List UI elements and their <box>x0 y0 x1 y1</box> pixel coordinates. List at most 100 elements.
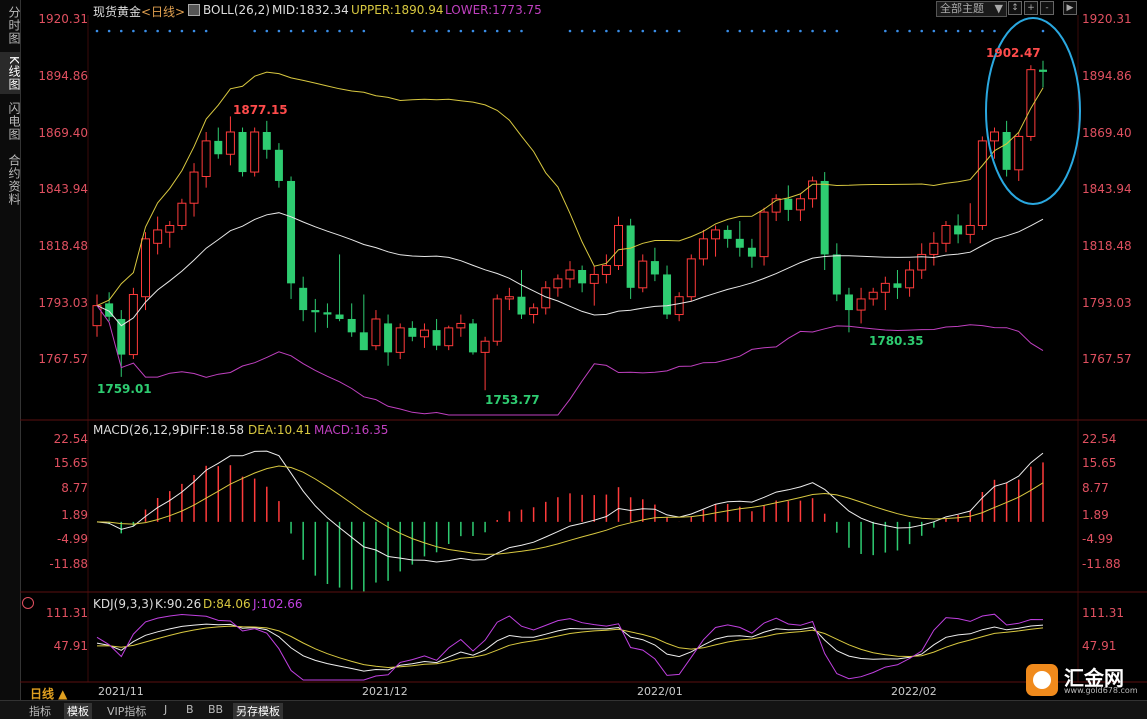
candle-body <box>784 198 793 210</box>
macd-value: MACD:16.35 <box>314 423 389 437</box>
signal-dot <box>95 29 99 33</box>
signal-dot <box>119 29 123 33</box>
macd-dea: DEA:10.41 <box>248 423 312 437</box>
signal-dot <box>144 29 147 33</box>
candle-body <box>1039 69 1047 72</box>
candle-body <box>795 198 805 211</box>
kdj-k: K:90.26 <box>155 597 202 611</box>
candle-body <box>444 327 454 347</box>
signal-dot <box>580 29 584 33</box>
candle-body <box>1002 131 1011 170</box>
date-label: 2021/11 <box>98 685 144 698</box>
candle-body <box>480 340 490 353</box>
candle-body <box>723 229 732 239</box>
candle-body <box>601 265 611 275</box>
signal-dot <box>787 29 790 33</box>
signal-dot <box>289 29 293 33</box>
signal-dot <box>993 29 996 33</box>
candle-body <box>747 247 756 257</box>
bottom-toolbar: 指标 模板 VIP指标 J B BB 另存模板 <box>0 700 1147 719</box>
signal-dot <box>823 29 826 33</box>
logo-url: www.gold678.com <box>1064 686 1138 695</box>
candle-body <box>335 314 344 319</box>
candle-body <box>287 180 296 284</box>
annotation-low-2: 1753.77 <box>485 393 540 407</box>
tab-save-template[interactable]: 另存模板 <box>233 703 283 719</box>
price-chart[interactable] <box>0 0 1147 700</box>
kdj-d: D:84.06 <box>203 597 251 611</box>
signal-dot <box>762 29 766 33</box>
candle-body <box>589 273 599 284</box>
candle-body <box>141 238 151 298</box>
signal-dot <box>653 29 657 33</box>
tab-b[interactable]: B <box>183 703 197 716</box>
signal-dot <box>508 29 511 33</box>
candle-body <box>954 225 963 235</box>
candle-body <box>384 323 393 353</box>
tab-j[interactable]: J <box>161 703 170 716</box>
signal-dot <box>520 29 523 33</box>
signal-dot <box>326 29 329 33</box>
candle-body <box>177 202 187 226</box>
candle-body <box>856 298 866 311</box>
date-label: 2021/12 <box>362 685 408 698</box>
signal-dot <box>423 29 426 33</box>
signal-dot <box>132 29 135 33</box>
signal-dot <box>1041 29 1045 33</box>
signal-dot <box>301 29 305 33</box>
candle-body <box>989 131 999 142</box>
signal-dot <box>944 29 948 33</box>
candle-body <box>468 323 477 353</box>
candle-body <box>698 238 708 260</box>
signal-dot <box>447 29 451 33</box>
tab-vip-indicators[interactable]: VIP指标 <box>104 703 149 719</box>
signal-dot <box>411 29 414 33</box>
candle-body <box>880 282 890 293</box>
macd-title: MACD(26,12,9) <box>93 423 185 437</box>
signal-dot <box>665 29 669 33</box>
candle-body <box>759 211 769 258</box>
candle-body <box>517 296 526 315</box>
candle-body <box>626 225 635 288</box>
annotation-high-2: 1902.47 <box>986 46 1041 60</box>
signal-dot <box>726 29 729 33</box>
signal-dot <box>617 29 620 33</box>
candle-body <box>347 318 356 333</box>
candle-body <box>238 131 247 173</box>
signal-dot <box>774 29 778 33</box>
date-label: 2022/02 <box>891 685 937 698</box>
signal-dot <box>253 29 256 33</box>
signal-dot <box>908 29 911 33</box>
signal-dot <box>168 29 172 33</box>
signal-dot <box>192 29 196 33</box>
annotation-low-1: 1759.01 <box>97 382 152 396</box>
signal-dot <box>920 29 924 33</box>
candle-body <box>225 131 235 155</box>
candle-body <box>492 298 502 342</box>
signal-dot <box>265 29 269 33</box>
macd-diff: DIFF:18.58 <box>180 423 245 437</box>
signal-dot <box>641 29 645 33</box>
candle-body <box>432 330 441 346</box>
tab-template[interactable]: 模板 <box>64 703 92 719</box>
candle-body <box>359 332 368 351</box>
signal-dot <box>568 29 572 33</box>
tab-bb[interactable]: BB <box>205 703 226 716</box>
candle-body <box>893 283 902 288</box>
signal-dot <box>629 29 632 33</box>
signal-dot <box>738 29 742 33</box>
candle-body <box>201 140 211 178</box>
signal-dot <box>362 29 366 33</box>
candle-body <box>614 224 624 267</box>
candle-body <box>419 329 429 338</box>
kdj-settings-icon[interactable] <box>22 597 34 609</box>
candle-body <box>711 229 721 240</box>
candle-body <box>832 254 841 295</box>
kdj-j: J:102.66 <box>253 597 303 611</box>
signal-dot <box>750 29 754 33</box>
signal-dot <box>605 29 608 33</box>
signal-dot <box>677 29 681 33</box>
signal-dot <box>471 29 475 33</box>
tab-indicators[interactable]: 指标 <box>26 703 54 719</box>
candle-body <box>262 131 271 150</box>
